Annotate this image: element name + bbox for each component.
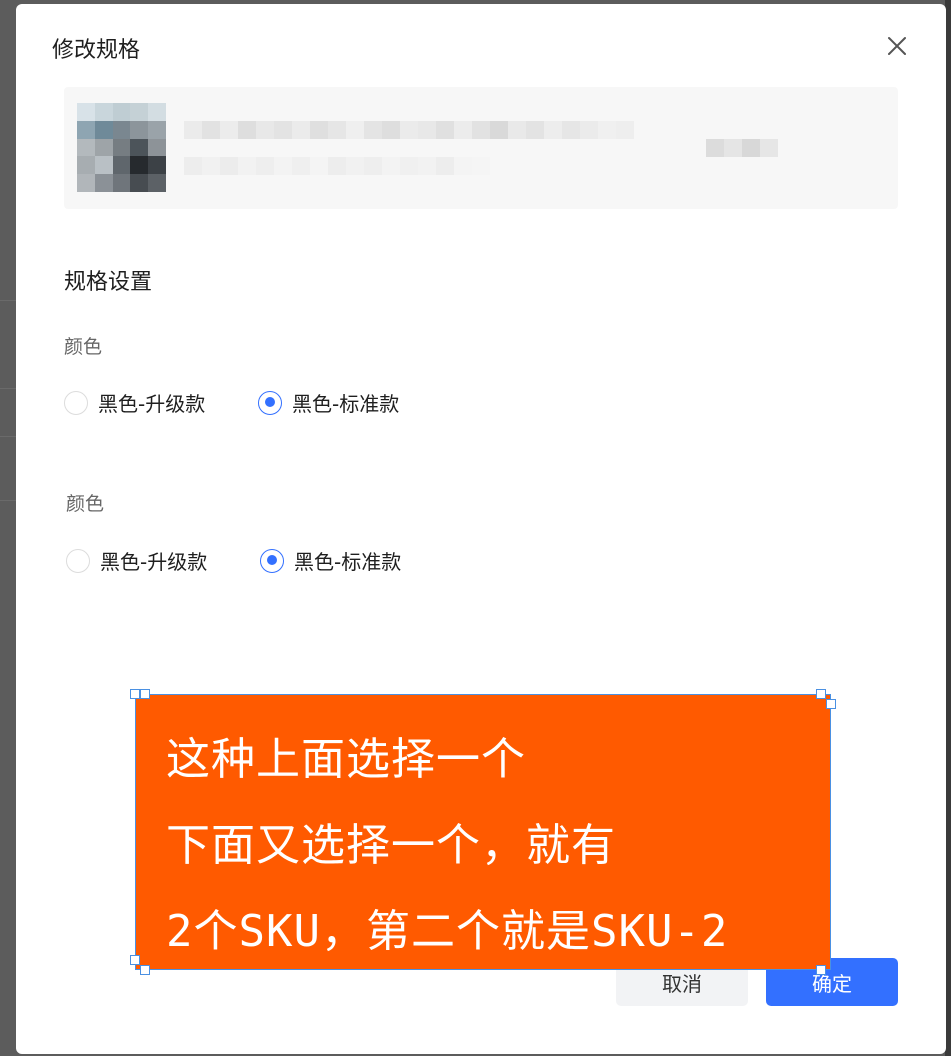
spec-group-label: 颜色 — [64, 336, 103, 358]
radio-option-standard-1[interactable]: 黑色-标准款 — [258, 388, 399, 417]
product-price-redacted — [706, 139, 778, 157]
product-summary-card — [64, 87, 898, 209]
close-icon — [888, 37, 906, 55]
resize-handle-top-right[interactable] — [816, 689, 826, 699]
radio-label: 黑色-标准款 — [294, 550, 402, 574]
close-button[interactable] — [884, 33, 910, 59]
resize-handle-top[interactable] — [140, 689, 150, 699]
product-sku-redacted — [184, 157, 490, 175]
spec-section-title: 规格设置 — [64, 270, 153, 295]
spec-group-label: 颜色 — [66, 493, 105, 515]
radio-checked-icon — [260, 548, 284, 573]
radio-option-upgrade-2[interactable]: 黑色-升级款 — [66, 546, 207, 575]
product-name-redacted — [184, 121, 634, 139]
product-thumbnail — [77, 103, 166, 192]
radio-unchecked-icon — [64, 390, 88, 415]
annotation-line-2: 下面又选择一个，就有 — [166, 820, 616, 871]
radio-option-standard-2[interactable]: 黑色-标准款 — [260, 546, 401, 575]
radio-label: 黑色-升级款 — [98, 392, 206, 416]
dialog-title: 修改规格 — [52, 38, 141, 63]
annotation-line-3: 2个SKU，第二个就是SKU-2 — [166, 906, 729, 957]
resize-handle-right[interactable] — [826, 699, 836, 709]
resize-handle-bottom[interactable] — [140, 965, 150, 975]
radio-label: 黑色-标准款 — [292, 392, 400, 416]
annotation-line-1: 这种上面选择一个 — [166, 734, 526, 785]
radio-option-upgrade-1[interactable]: 黑色-升级款 — [64, 388, 205, 417]
radio-label: 黑色-升级款 — [100, 550, 208, 574]
radio-unchecked-icon — [66, 548, 90, 573]
annotation-callout[interactable]: 这种上面选择一个 下面又选择一个，就有 2个SKU，第二个就是SKU-2 — [135, 694, 831, 970]
resize-handle-top-left[interactable] — [130, 689, 140, 699]
radio-checked-icon — [258, 390, 282, 415]
resize-handle-bottom-left[interactable] — [130, 955, 140, 965]
resize-handle-bottom-right[interactable] — [816, 965, 826, 975]
